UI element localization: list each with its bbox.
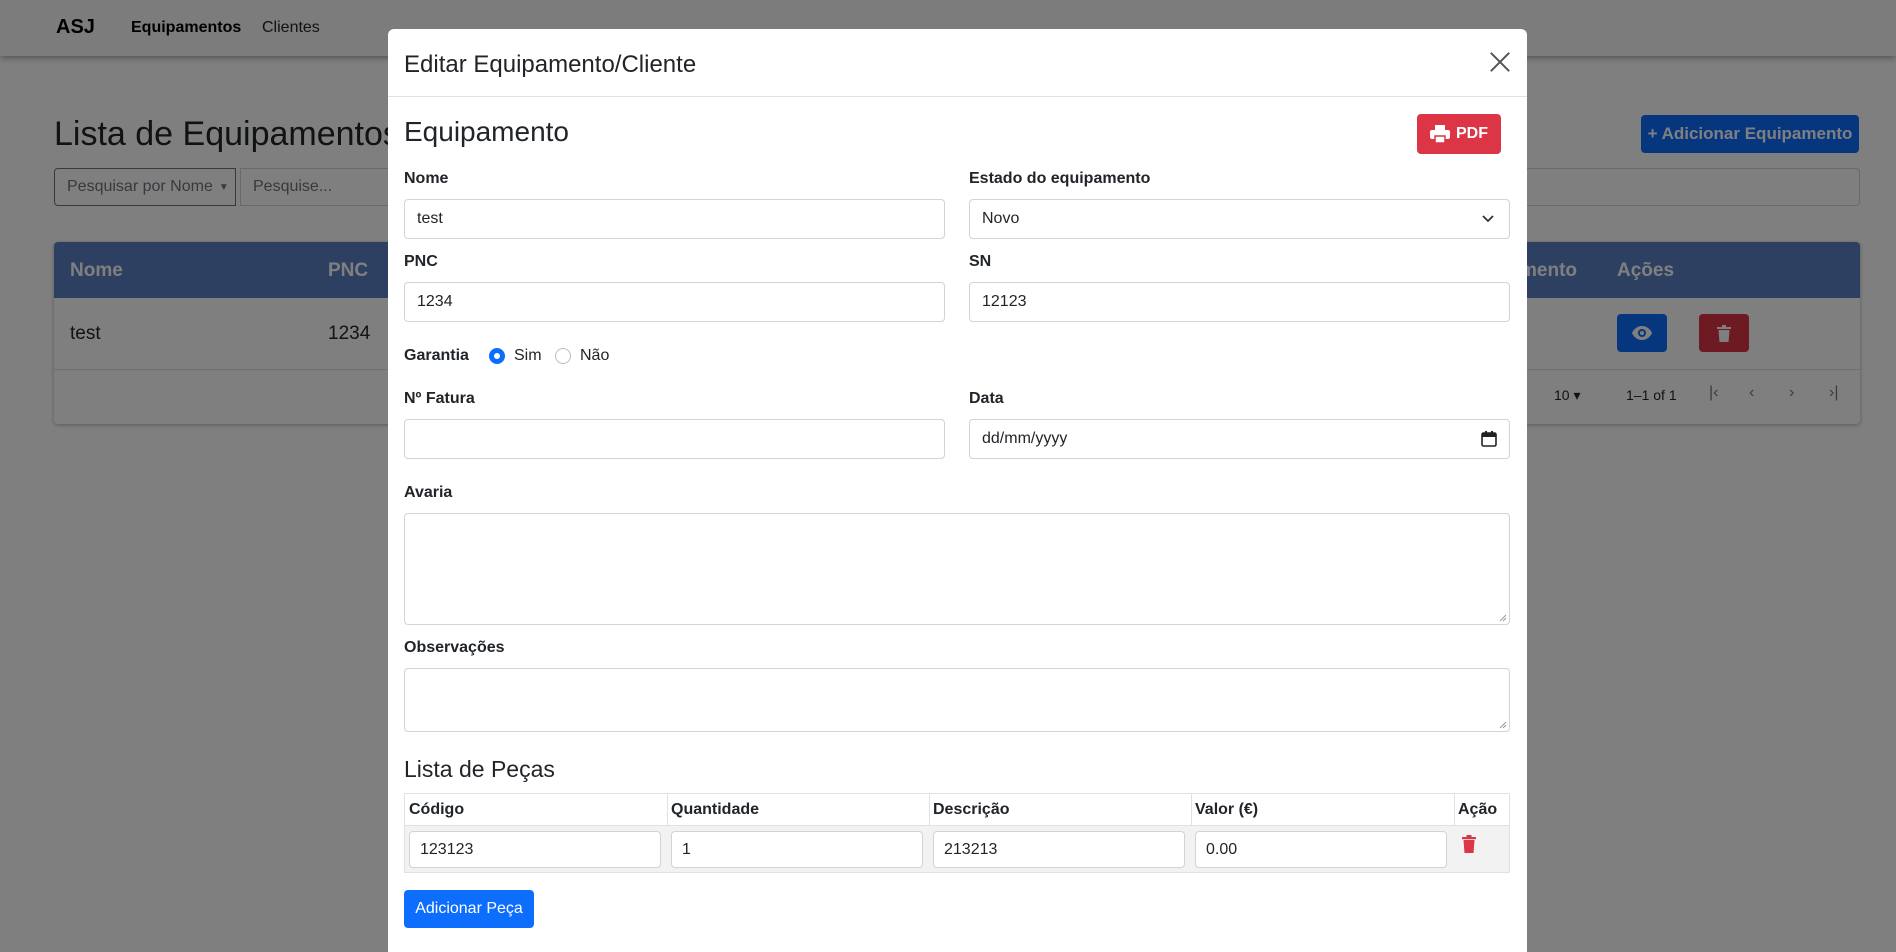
printer-icon xyxy=(1430,125,1450,143)
garantia-sim-radio[interactable] xyxy=(489,348,505,364)
fatura-label: Nº Fatura xyxy=(404,390,475,407)
estado-select[interactable]: Novo xyxy=(969,199,1510,239)
pnc-field[interactable]: 1234 xyxy=(404,282,945,322)
chevron-down-icon xyxy=(1482,215,1494,223)
date-placeholder: dd/mm/yyyy xyxy=(982,430,1068,447)
observacoes-textarea[interactable] xyxy=(404,668,1510,732)
parts-table: Código Quantidade Descrição Valor (€) Aç… xyxy=(404,793,1510,873)
modal-title: Editar Equipamento/Cliente xyxy=(404,51,697,78)
estado-label: Estado do equipamento xyxy=(969,170,1151,187)
resize-handle-icon[interactable] xyxy=(1497,719,1507,729)
avaria-label: Avaria xyxy=(404,484,453,501)
codigo-input[interactable]: 123123 xyxy=(409,831,661,868)
garantia-label: Garantia xyxy=(404,347,469,364)
garantia-nao-radio[interactable] xyxy=(555,348,571,364)
add-part-button[interactable]: Adicionar Peça xyxy=(404,890,534,928)
column-header-codigo: Código xyxy=(409,801,465,818)
pdf-button[interactable]: PDF xyxy=(1417,114,1501,154)
descricao-input[interactable]: 213213 xyxy=(933,831,1185,868)
pdf-label: PDF xyxy=(1456,125,1488,142)
column-header-quantidade: Quantidade xyxy=(671,801,760,818)
column-header-descricao: Descrição xyxy=(933,801,1010,818)
trash-icon[interactable] xyxy=(1462,835,1476,853)
valor-input[interactable]: 0.00 xyxy=(1195,831,1447,868)
parts-title: Lista de Peças xyxy=(404,756,555,782)
quantidade-input[interactable]: 1 xyxy=(671,831,923,868)
column-header-valor: Valor (€) xyxy=(1195,801,1259,818)
parts-table-row: 123123 1 213213 0.00 xyxy=(405,826,1509,872)
fatura-field[interactable] xyxy=(404,419,945,459)
data-date-field[interactable]: dd/mm/yyyy xyxy=(969,419,1510,459)
avaria-textarea[interactable] xyxy=(404,513,1510,625)
observacoes-label: Observações xyxy=(404,639,505,656)
pnc-label: PNC xyxy=(404,253,438,270)
calendar-icon[interactable] xyxy=(1481,430,1497,448)
parts-table-header: Código Quantidade Descrição Valor (€) Aç… xyxy=(405,794,1509,826)
modal-header: Editar Equipamento/Cliente xyxy=(388,29,1527,97)
nome-field[interactable]: test xyxy=(404,199,945,239)
edit-equipment-modal: Editar Equipamento/Cliente Equipamento P… xyxy=(388,29,1527,952)
column-header-acao: Ação xyxy=(1458,801,1498,818)
resize-handle-icon[interactable] xyxy=(1497,612,1507,622)
close-icon[interactable] xyxy=(1489,51,1511,73)
nome-label: Nome xyxy=(404,170,449,187)
garantia-nao-label[interactable]: Não xyxy=(580,347,609,365)
section-title: Equipamento xyxy=(404,116,570,147)
data-label: Data xyxy=(969,390,1004,407)
estado-value: Novo xyxy=(982,210,1020,227)
sn-label: SN xyxy=(969,253,992,270)
sn-field[interactable]: 12123 xyxy=(969,282,1510,322)
garantia-sim-label[interactable]: Sim xyxy=(514,347,542,365)
